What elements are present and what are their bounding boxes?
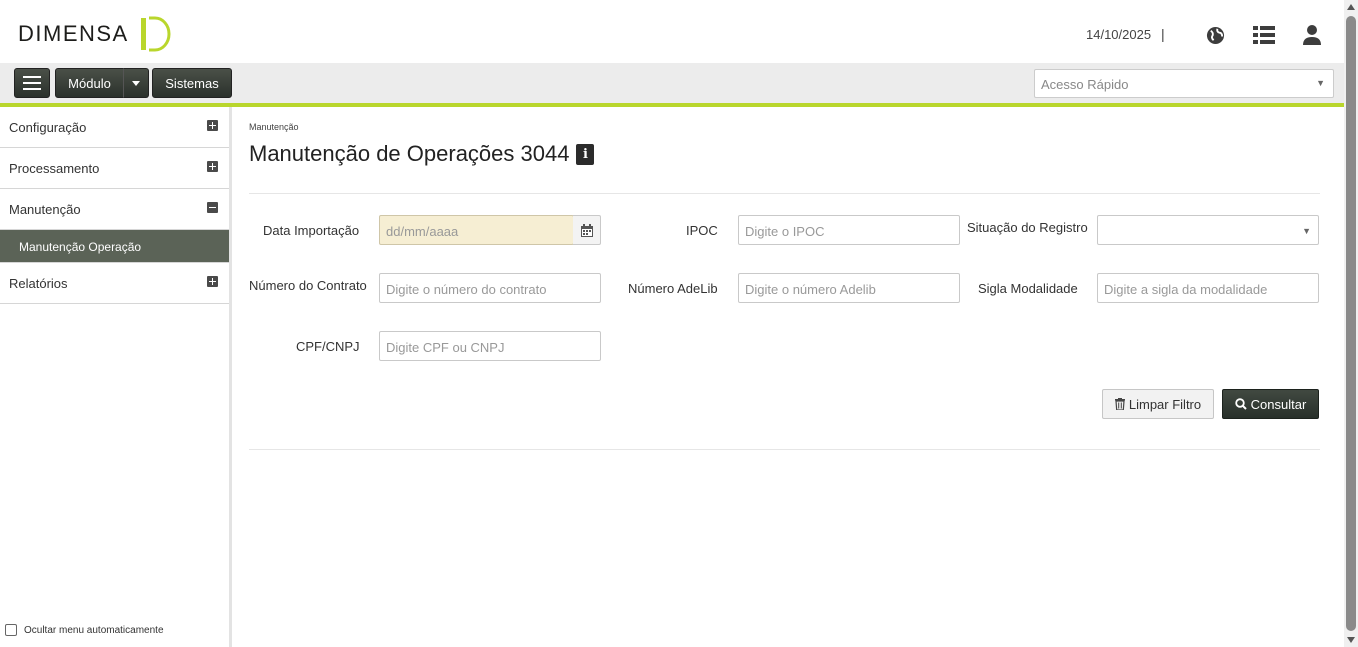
quick-access-select[interactable]: Acesso Rápido ▼ xyxy=(1034,69,1334,98)
list-icon[interactable] xyxy=(1253,24,1275,46)
breadcrumb[interactable]: Manutenção xyxy=(249,122,299,132)
search-icon xyxy=(1234,398,1247,410)
chevron-down-icon: ▼ xyxy=(1316,78,1325,88)
numero-contrato-input[interactable]: Digite o número do contrato xyxy=(379,273,601,303)
sistemas-button[interactable]: Sistemas xyxy=(152,68,232,98)
scroll-thumb[interactable] xyxy=(1346,16,1356,631)
sidebar-item-label: Configuração xyxy=(9,120,87,135)
sidebar-subitem-manutencao-operacao[interactable]: Manutenção Operação xyxy=(0,230,229,263)
modulo-button[interactable]: Módulo xyxy=(55,68,124,98)
quick-access-placeholder: Acesso Rápido xyxy=(1041,77,1129,92)
cpf-cnpj-placeholder: Digite CPF ou CNPJ xyxy=(386,340,505,355)
ipoc-placeholder: Digite o IPOC xyxy=(745,224,825,239)
consultar-button[interactable]: Consultar xyxy=(1222,389,1319,419)
calendar-icon xyxy=(580,223,593,237)
consultar-label: Consultar xyxy=(1250,396,1307,412)
numero-contrato-label: Número do Contrato xyxy=(249,278,367,293)
header-separator: | xyxy=(1161,26,1165,42)
sidebar-item-label: Relatórios xyxy=(9,276,68,291)
trash-icon xyxy=(1114,398,1125,410)
hide-menu-label: Ocultar menu automaticamente xyxy=(24,624,164,636)
sidebar-item-relatorios[interactable]: Relatórios xyxy=(0,263,229,304)
data-importacao-placeholder: dd/mm/aaaa xyxy=(386,224,459,239)
divider xyxy=(249,449,1320,450)
hamburger-menu-button[interactable] xyxy=(14,68,50,98)
ipoc-input[interactable]: Digite o IPOC xyxy=(738,215,960,245)
chevron-down-icon: ▼ xyxy=(1302,226,1311,236)
numero-adelib-placeholder: Digite o número Adelib xyxy=(745,282,876,297)
hide-menu-option: Ocultar menu automaticamente xyxy=(5,624,164,636)
expand-icon[interactable] xyxy=(207,120,218,131)
sidebar-item-manutencao[interactable]: Manutenção xyxy=(0,189,229,230)
sidebar: Configuração Processamento Manutenção Ma… xyxy=(0,107,232,647)
collapse-icon[interactable] xyxy=(207,202,218,213)
sigla-modalidade-label: Sigla Modalidade xyxy=(978,281,1078,296)
numero-adelib-label: Número AdeLib xyxy=(628,281,718,296)
limpar-filtro-label: Limpar Filtro xyxy=(1128,396,1202,412)
brand-name: DIMENSA xyxy=(18,21,129,46)
page-title: Manutenção de Operações 3044 xyxy=(249,141,570,166)
situacao-registro-label: Situação do Registro xyxy=(967,220,1088,235)
calendar-button[interactable] xyxy=(573,215,601,245)
dimensa-logo[interactable]: DIMENSA xyxy=(18,14,175,54)
vertical-scrollbar[interactable] xyxy=(1344,0,1358,647)
modulo-dropdown-button[interactable] xyxy=(123,68,149,98)
expand-icon[interactable] xyxy=(207,161,218,172)
toolbar: Módulo Sistemas Acesso Rápido ▼ xyxy=(0,63,1344,103)
sidebar-item-configuracao[interactable]: Configuração xyxy=(0,107,229,148)
sigla-modalidade-input[interactable]: Digite a sigla da modalidade xyxy=(1097,273,1319,303)
sidebar-item-processamento[interactable]: Processamento xyxy=(0,148,229,189)
divider xyxy=(249,193,1320,194)
logo-d-icon xyxy=(140,16,171,52)
numero-contrato-placeholder: Digite o número do contrato xyxy=(386,282,547,297)
cpf-cnpj-input[interactable]: Digite CPF ou CNPJ xyxy=(379,331,601,361)
cpf-cnpj-label: CPF/CNPJ xyxy=(296,339,360,354)
user-icon[interactable] xyxy=(1301,24,1323,46)
current-date: 14/10/2025 xyxy=(1086,27,1152,42)
data-importacao-label: Data Importação xyxy=(263,223,360,238)
sidebar-item-label: Manutenção xyxy=(9,202,81,217)
ipoc-label: IPOC xyxy=(686,223,718,238)
page-title-row: Manutenção de Operações 3044 i xyxy=(249,141,595,167)
numero-adelib-input[interactable]: Digite o número Adelib xyxy=(738,273,960,303)
info-icon[interactable]: i xyxy=(576,143,595,165)
situacao-registro-select[interactable]: ▼ xyxy=(1097,215,1319,245)
scroll-down-icon[interactable] xyxy=(1347,637,1355,643)
caret-down-icon xyxy=(132,80,140,86)
hide-menu-checkbox[interactable] xyxy=(5,624,17,636)
sigla-modalidade-placeholder: Digite a sigla da modalidade xyxy=(1104,282,1268,297)
scroll-up-icon[interactable] xyxy=(1347,4,1355,10)
data-importacao-input[interactable]: dd/mm/aaaa xyxy=(379,215,574,245)
hamburger-icon xyxy=(23,76,41,90)
limpar-filtro-button[interactable]: Limpar Filtro xyxy=(1102,389,1214,419)
header: DIMENSA 14/10/2025 | xyxy=(0,0,1344,63)
sidebar-item-label: Processamento xyxy=(9,161,100,176)
globe-icon[interactable] xyxy=(1204,24,1226,46)
expand-icon[interactable] xyxy=(207,276,218,287)
